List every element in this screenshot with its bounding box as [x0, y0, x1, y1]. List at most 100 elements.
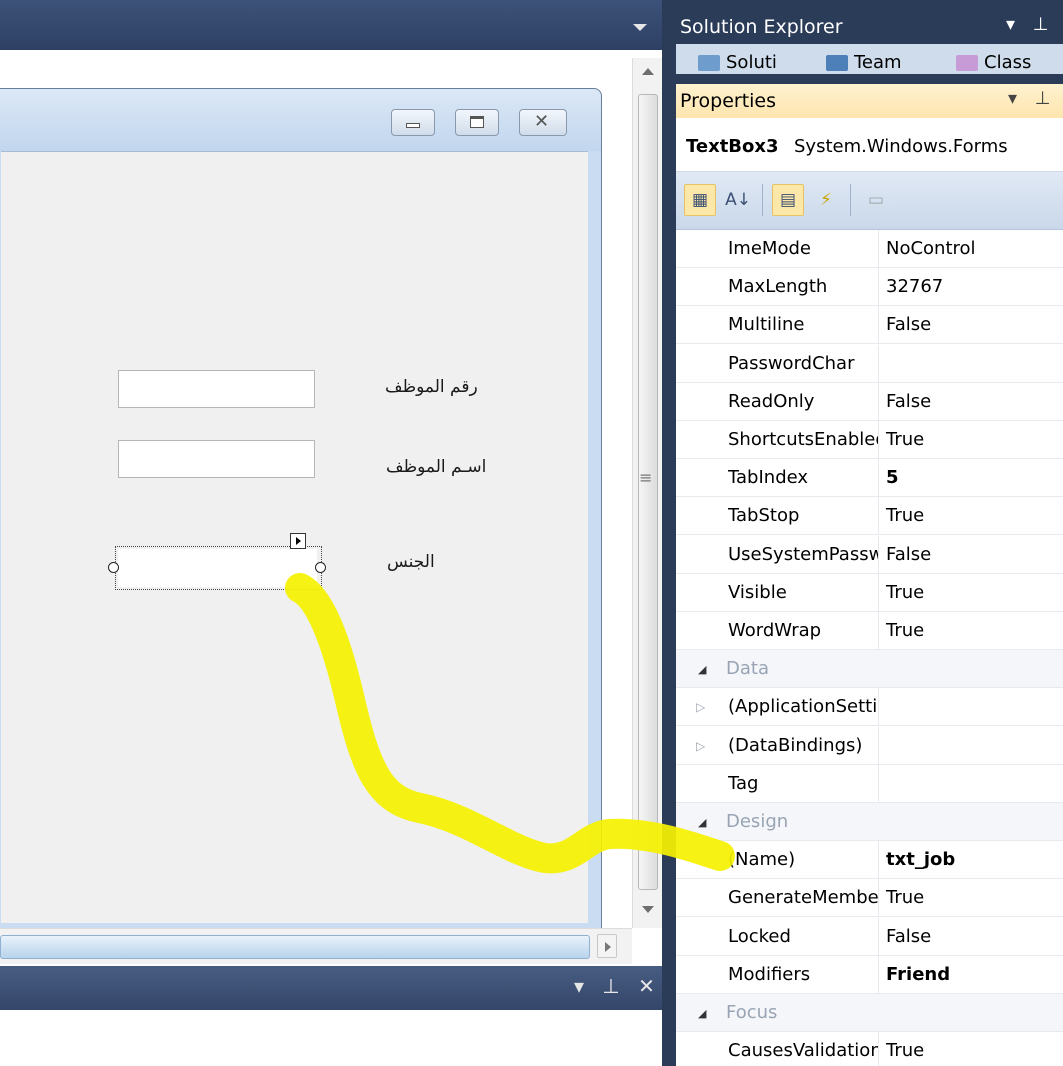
property-row[interactable]: (Name) txt_job	[676, 841, 1063, 880]
property-value[interactable]	[878, 726, 1063, 764]
maximize-button[interactable]	[455, 109, 499, 136]
property-row[interactable]: Tag	[676, 764, 1063, 803]
property-value[interactable]: False	[878, 917, 1063, 955]
selected-textbox-frame[interactable]	[115, 546, 322, 590]
tab-dropdown-icon[interactable]	[633, 24, 647, 31]
output-panel[interactable]	[0, 1010, 662, 1066]
property-value[interactable]: 32767	[878, 268, 1063, 306]
panel-controls[interactable]: ▾ ⊥ ✕	[574, 974, 661, 998]
property-row[interactable]: Modifiers Friend	[676, 955, 1063, 994]
object-selector[interactable]: TextBox3 System.Windows.Forms	[676, 118, 1063, 172]
property-name: (DataBindings)	[728, 734, 863, 756]
tab-class-view[interactable]: Class	[956, 52, 1031, 73]
category-label: Data	[726, 658, 769, 680]
property-row[interactable]: Locked False	[676, 917, 1063, 956]
form-window[interactable]: ✕	[0, 88, 602, 930]
expand-icon[interactable]: ▷	[696, 700, 705, 714]
property-value[interactable]: True	[878, 497, 1063, 535]
category-focus[interactable]: ◢ Focus	[676, 994, 1063, 1032]
window-position-icon[interactable]: ▾ ⊥	[1008, 88, 1056, 109]
property-name: ShortcutsEnabled	[728, 429, 878, 450]
events-icon[interactable]: ⚡	[810, 184, 842, 216]
property-row[interactable]: PasswordChar	[676, 344, 1063, 383]
collapse-icon[interactable]: ◢	[698, 1007, 706, 1020]
properties-icon[interactable]: ▤	[772, 184, 804, 216]
property-name: Visible	[728, 581, 787, 603]
property-row[interactable]: TabIndex 5	[676, 459, 1063, 498]
tab-solution[interactable]: Soluti	[698, 52, 777, 73]
property-value[interactable]	[878, 764, 1063, 802]
property-value[interactable]: False	[878, 306, 1063, 344]
property-value[interactable]: NoControl	[878, 230, 1063, 267]
property-value[interactable]: True	[878, 573, 1063, 611]
scroll-right-icon[interactable]	[597, 934, 617, 958]
category-label: Design	[726, 811, 789, 832]
property-value[interactable]: Friend	[878, 955, 1063, 993]
property-value[interactable]: txt_job	[878, 841, 1063, 879]
window-position-icon[interactable]: ▾ ⊥	[1006, 14, 1054, 35]
scroll-thumb[interactable]	[638, 94, 658, 890]
property-pages-icon[interactable]: ▭	[860, 184, 892, 216]
property-value[interactable]: True	[878, 1032, 1063, 1066]
property-row[interactable]: Visible True	[676, 573, 1063, 612]
property-row[interactable]: ReadOnly False	[676, 382, 1063, 421]
property-row[interactable]: ShortcutsEnabled True	[676, 421, 1063, 459]
employee-number-textbox[interactable]	[118, 370, 315, 408]
property-row[interactable]: ▷ (ApplicationSettings)	[676, 688, 1063, 727]
close-button[interactable]: ✕	[519, 109, 567, 136]
property-value[interactable]: True	[878, 421, 1063, 458]
resize-handle-left[interactable]	[108, 562, 119, 573]
solution-explorer-tabs: Soluti Team Class	[676, 44, 1063, 74]
property-value[interactable]	[878, 344, 1063, 382]
property-row[interactable]: TabStop True	[676, 497, 1063, 536]
smart-tag-icon[interactable]	[290, 533, 306, 549]
expand-icon[interactable]: ▷	[696, 739, 705, 753]
close-icon: ✕	[534, 111, 550, 132]
designer-vertical-scrollbar[interactable]: ≡	[632, 58, 662, 928]
property-row[interactable]: GenerateMember True	[676, 879, 1063, 918]
property-value[interactable]: True	[878, 612, 1063, 649]
collapse-icon[interactable]: ◢	[698, 663, 706, 676]
property-name: Multiline	[728, 314, 805, 336]
designer-horizontal-scrollbar[interactable]	[0, 928, 632, 964]
employee-name-textbox[interactable]	[118, 440, 315, 478]
property-row[interactable]: Multiline False	[676, 306, 1063, 345]
property-row[interactable]: MaxLength 32767	[676, 268, 1063, 307]
category-label: Focus	[726, 1002, 778, 1023]
property-name: TabStop	[728, 505, 800, 527]
class-view-icon	[956, 55, 978, 71]
categorized-icon[interactable]: ▦	[684, 184, 716, 216]
grip-icon: ≡	[639, 468, 653, 487]
tab-team[interactable]: Team	[826, 52, 902, 73]
gender-textbox[interactable]	[118, 549, 317, 587]
scroll-down-icon[interactable]	[642, 906, 654, 913]
collapse-icon[interactable]: ◢	[698, 816, 706, 829]
resize-handle-right[interactable]	[315, 562, 326, 573]
scroll-up-icon[interactable]	[642, 68, 654, 75]
property-row[interactable]: CausesValidation True	[676, 1032, 1063, 1066]
property-value[interactable]: False	[878, 535, 1063, 573]
property-name: (Name)	[728, 849, 796, 871]
property-value[interactable]	[878, 688, 1063, 726]
property-row[interactable]: UseSystemPasswordCharFalse	[676, 535, 1063, 574]
form-titlebar[interactable]: ✕	[0, 89, 601, 151]
minimize-button[interactable]	[391, 109, 435, 136]
property-name: Modifiers	[728, 963, 811, 985]
employee-name-label[interactable]: اسـم الموظف	[386, 457, 486, 477]
property-row[interactable]: ▷ (DataBindings)	[676, 726, 1063, 765]
property-value[interactable]: True	[878, 879, 1063, 917]
properties-title: Properties	[680, 90, 777, 112]
horizontal-scroll-thumb[interactable]	[0, 935, 590, 959]
property-value[interactable]: False	[878, 382, 1063, 420]
category-design[interactable]: ◢ Design	[676, 803, 1063, 841]
property-name: Locked	[728, 925, 791, 947]
property-row[interactable]: WordWrap True	[676, 612, 1063, 650]
property-value[interactable]: 5	[878, 459, 1063, 497]
alphabetical-icon[interactable]: A↓	[722, 184, 754, 216]
toolbar-divider	[762, 184, 763, 216]
gender-label[interactable]: الجنس	[387, 552, 435, 572]
document-tab-strip	[0, 0, 662, 50]
category-data[interactable]: ◢ Data	[676, 650, 1063, 689]
property-row[interactable]: ImeMode NoControl	[676, 230, 1063, 268]
employee-number-label[interactable]: رقم الموظف	[385, 377, 478, 397]
